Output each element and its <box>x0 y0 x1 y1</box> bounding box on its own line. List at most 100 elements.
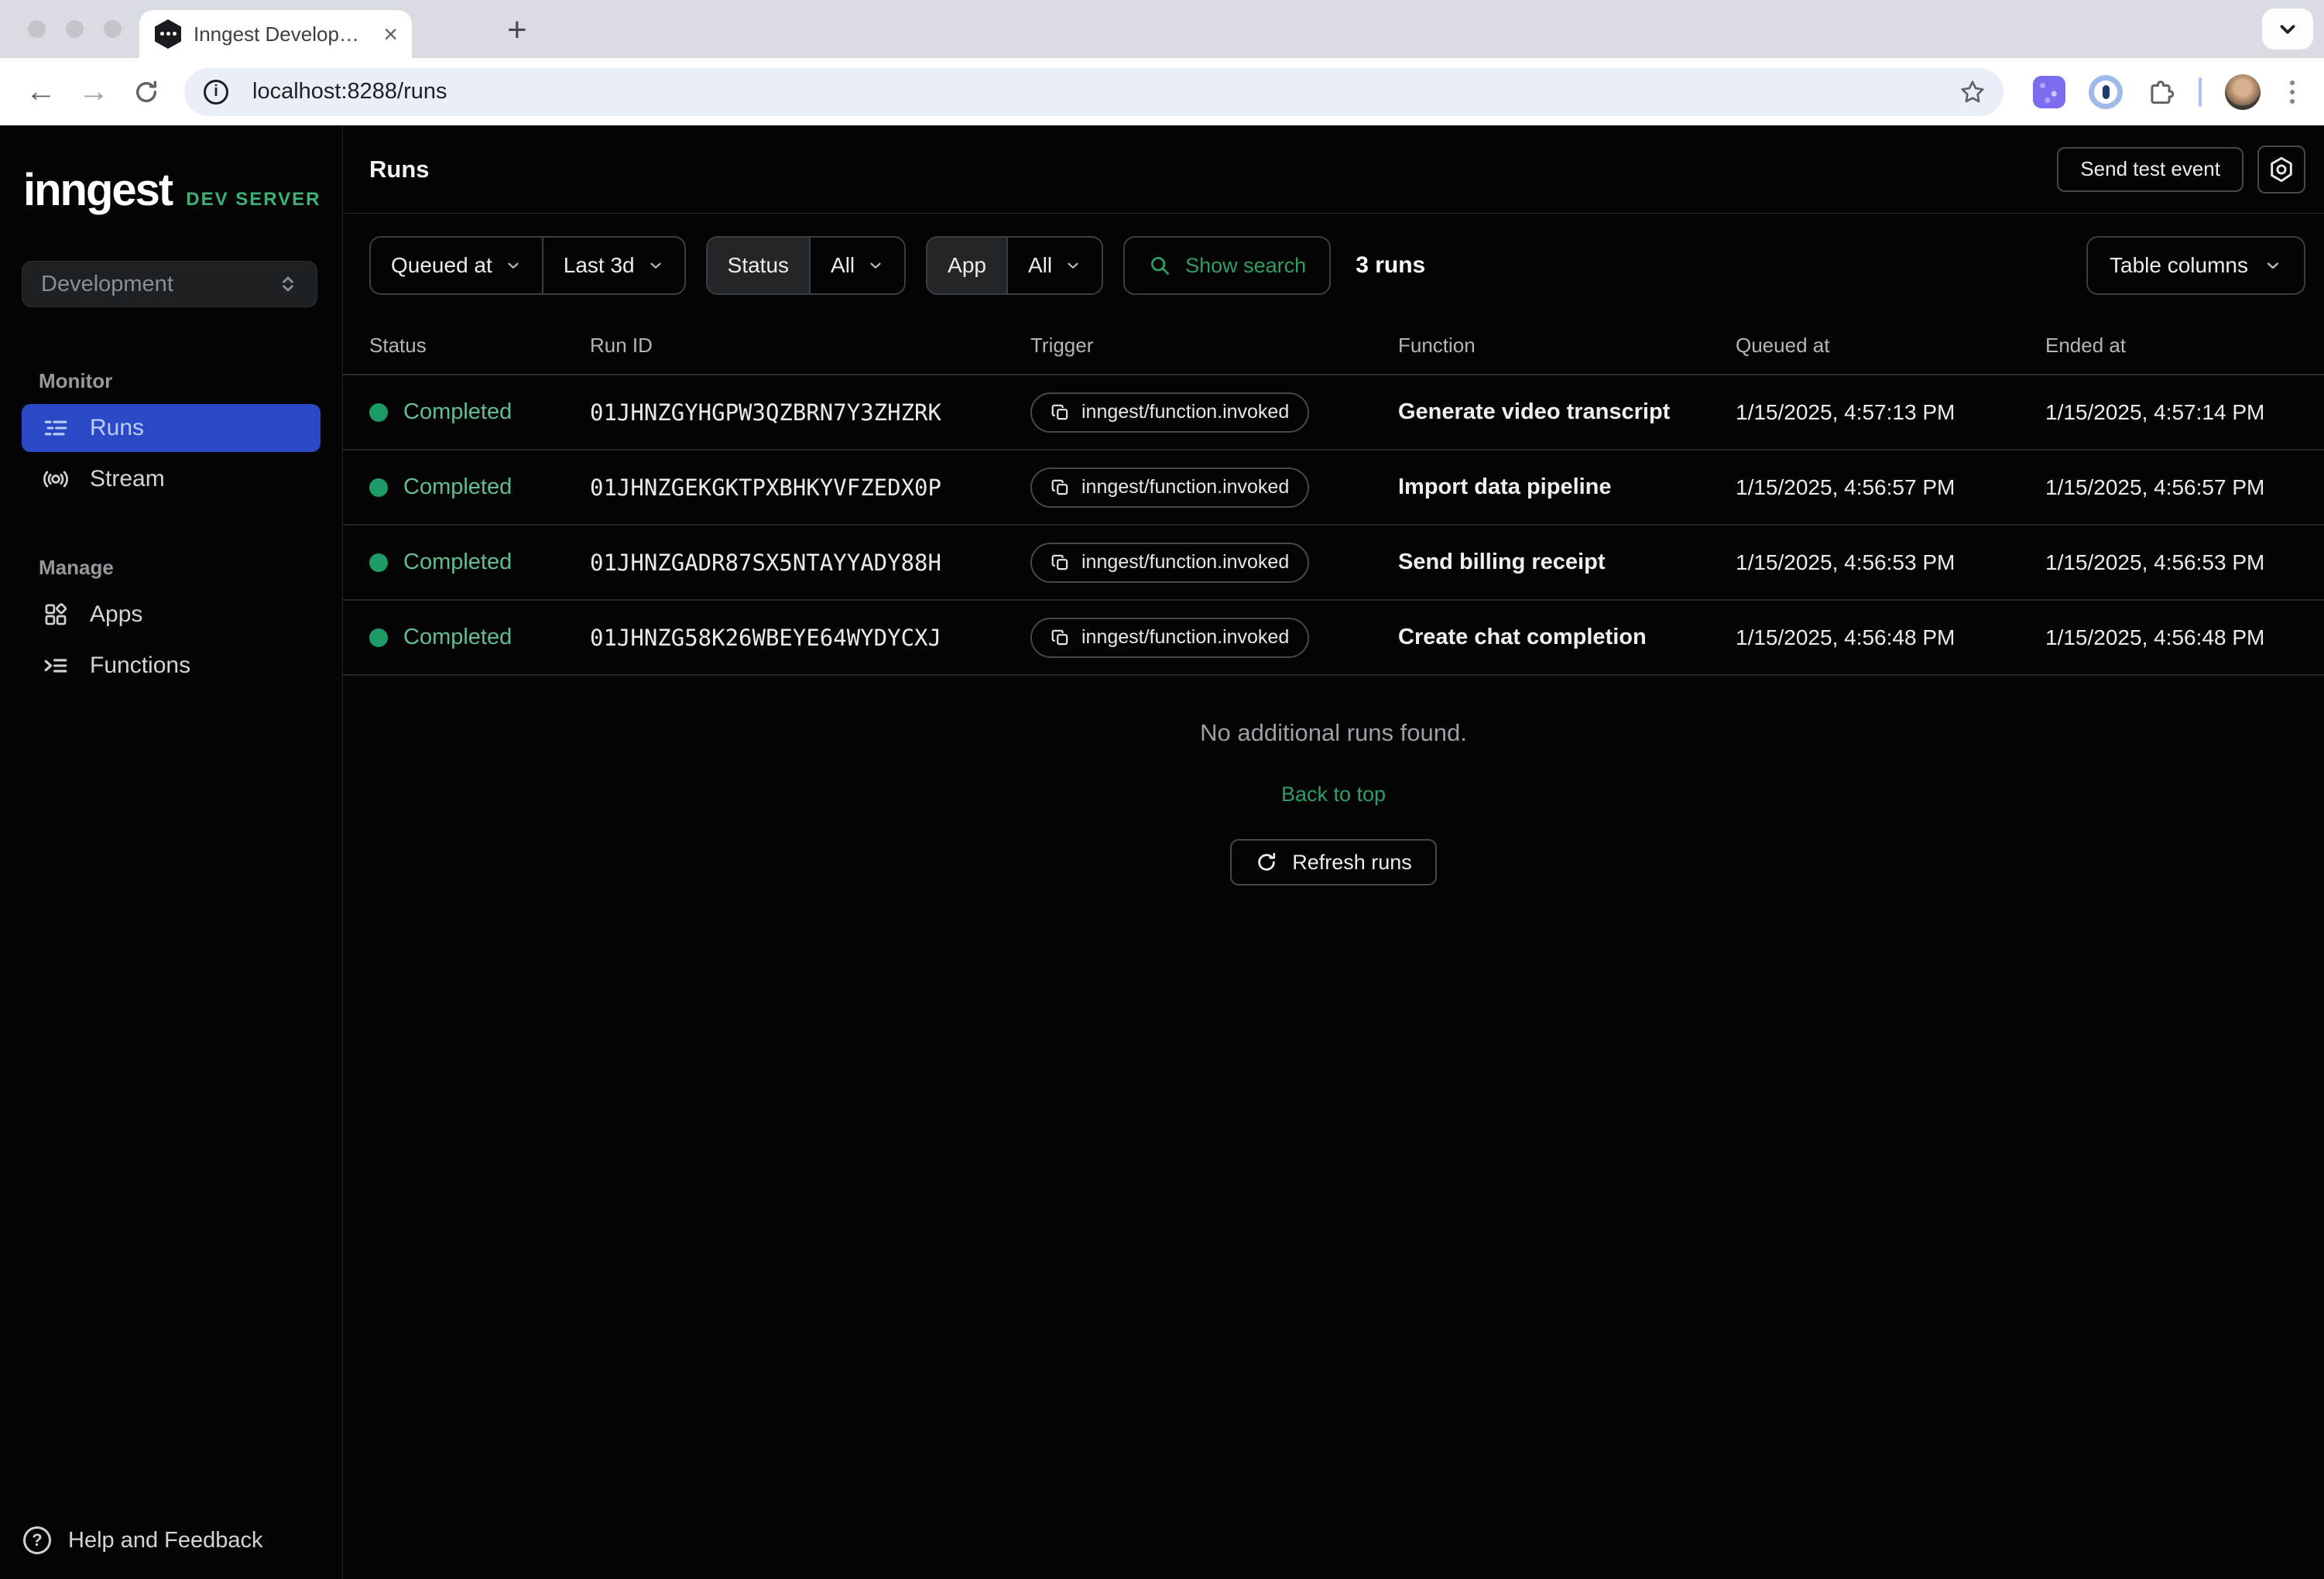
sidebar-item-functions[interactable]: Functions <box>22 642 320 690</box>
no-additional-runs-text: No additional runs found. <box>1200 719 1467 747</box>
table-row[interactable]: Completed 01JHNZG58K26WBEYE64WYDYCXJ inn… <box>343 601 2324 676</box>
status-cell: Completed <box>369 399 590 425</box>
queued-at: 1/15/2025, 4:56:48 PM <box>1736 625 2045 650</box>
back-button[interactable]: ← <box>19 74 63 109</box>
trigger-badge[interactable]: inngest/function.invoked <box>1030 392 1309 433</box>
chevron-down-icon <box>505 257 522 274</box>
stream-icon <box>42 466 70 492</box>
status-cell: Completed <box>369 550 590 575</box>
run-id[interactable]: 01JHNZGYHGPW3QZBRN7Y3ZHZRK <box>590 399 1030 426</box>
environment-select-value: Development <box>41 272 173 297</box>
window-minimize-button[interactable] <box>66 20 84 38</box>
trigger-badge[interactable]: inngest/function.invoked <box>1030 468 1309 508</box>
refresh-runs-button[interactable]: Refresh runs <box>1230 839 1437 885</box>
column-header-ended-at: Ended at <box>2045 334 2324 358</box>
table-columns-button[interactable]: Table columns <box>2086 236 2305 295</box>
copy-icon <box>1051 478 1071 498</box>
browser-tab[interactable]: Inngest Development Server × <box>139 10 412 58</box>
window-close-button[interactable] <box>28 20 46 38</box>
browser-toolbar: ← → i localhost:8288/runs <box>0 58 2324 125</box>
status-filter-value: All <box>831 253 855 278</box>
run-id[interactable]: 01JHNZGADR87SX5NTAYYADY88H <box>590 550 1030 576</box>
app-content: inngest DEV SERVER Development Monitor R… <box>0 125 2324 1579</box>
table-footer: No additional runs found. Back to top Re… <box>343 719 2324 885</box>
toolbar-divider <box>2199 77 2202 107</box>
time-range-dropdown[interactable]: Last 3d <box>542 238 684 293</box>
table-body: Completed 01JHNZGYHGPW3QZBRN7Y3ZHZRK inn… <box>343 375 2324 676</box>
show-search-button[interactable]: Show search <box>1123 236 1331 295</box>
function-name[interactable]: Send billing receipt <box>1398 550 1736 575</box>
chevron-down-icon <box>2276 18 2299 41</box>
window-zoom-button[interactable] <box>104 20 122 38</box>
ended-at: 1/15/2025, 4:56:48 PM <box>2045 625 2324 650</box>
dev-server-badge: DEV SERVER <box>186 189 320 211</box>
status-label: Completed <box>403 474 512 500</box>
settings-button[interactable] <box>2257 146 2305 194</box>
extension-purple-icon[interactable] <box>2033 76 2065 108</box>
forward-button[interactable]: → <box>71 74 116 109</box>
window-controls[interactable] <box>28 20 122 38</box>
logo: inngest DEV SERVER <box>23 164 342 216</box>
time-range-value: Last 3d <box>564 253 635 278</box>
runs-table: Status Run ID Trigger Function Queued at… <box>343 317 2324 676</box>
trigger-badge[interactable]: inngest/function.invoked <box>1030 543 1309 583</box>
tab-close-icon[interactable]: × <box>383 22 398 46</box>
bookmark-star-icon[interactable] <box>1959 78 1986 106</box>
sidebar-item-runs[interactable]: Runs <box>22 404 320 452</box>
status-label: Completed <box>403 550 512 575</box>
browser-window: Inngest Development Server × + ← → i loc… <box>0 0 2324 1579</box>
trigger-badge[interactable]: inngest/function.invoked <box>1030 618 1309 658</box>
trigger-name: inngest/function.invoked <box>1081 626 1289 649</box>
site-info-button[interactable]: i <box>194 74 238 111</box>
back-to-top-link[interactable]: Back to top <box>1281 783 1386 807</box>
runs-icon <box>42 415 70 441</box>
help-and-feedback-link[interactable]: ? Help and Feedback <box>0 1526 342 1579</box>
extensions-puzzle-icon[interactable] <box>2146 77 2175 107</box>
password-manager-icon[interactable] <box>2089 75 2123 109</box>
copy-icon <box>1051 628 1071 648</box>
queued-at: 1/15/2025, 4:56:57 PM <box>1736 475 2045 500</box>
sidebar-item-stream[interactable]: Stream <box>22 455 320 503</box>
queued-at: 1/15/2025, 4:57:13 PM <box>1736 400 2045 425</box>
section-label-monitor: Monitor <box>39 369 342 393</box>
copy-icon <box>1051 402 1071 423</box>
status-dot-icon <box>369 478 388 497</box>
chevron-down-icon <box>647 257 664 274</box>
function-name[interactable]: Create chat completion <box>1398 625 1736 650</box>
table-columns-label: Table columns <box>2110 253 2248 278</box>
table-row[interactable]: Completed 01JHNZGADR87SX5NTAYYADY88H inn… <box>343 526 2324 601</box>
table-row[interactable]: Completed 01JHNZGYHGPW3QZBRN7Y3ZHZRK inn… <box>343 375 2324 450</box>
run-id[interactable]: 01JHNZGEKGKTPXBHKYVFZEDX0P <box>590 474 1030 501</box>
inngest-favicon-icon <box>155 19 181 49</box>
table-header-row: Status Run ID Trigger Function Queued at… <box>343 317 2324 375</box>
reload-button[interactable] <box>124 79 169 105</box>
url-text[interactable]: localhost:8288/runs <box>252 79 1959 104</box>
column-header-trigger: Trigger <box>1030 334 1398 358</box>
send-test-event-button[interactable]: Send test event <box>2057 147 2243 192</box>
url-bar[interactable]: i localhost:8288/runs <box>184 68 2004 116</box>
reload-icon <box>133 79 159 105</box>
chevron-down-icon <box>1064 257 1081 274</box>
tab-search-button[interactable] <box>2262 9 2313 50</box>
function-name[interactable]: Import data pipeline <box>1398 474 1736 500</box>
chevron-down-icon <box>867 257 884 274</box>
browser-menu-button[interactable] <box>2284 80 2301 104</box>
sidebar-item-apps[interactable]: Apps <box>22 591 320 639</box>
environment-select[interactable]: Development <box>22 261 317 307</box>
inngest-logo-text: inngest <box>23 164 172 216</box>
ended-at: 1/15/2025, 4:56:53 PM <box>2045 550 2324 575</box>
gear-icon <box>2267 156 2295 183</box>
main-header: Runs Send test event <box>343 125 2324 214</box>
runs-count: 3 runs <box>1356 252 1425 279</box>
run-id[interactable]: 01JHNZG58K26WBEYE64WYDYCXJ <box>590 625 1030 651</box>
status-filter-dropdown[interactable]: All <box>809 238 904 293</box>
new-tab-button[interactable]: + <box>507 11 527 50</box>
table-row[interactable]: Completed 01JHNZGEKGKTPXBHKYVFZEDX0P inn… <box>343 450 2324 526</box>
app-filter-dropdown[interactable]: All <box>1006 238 1102 293</box>
status-cell: Completed <box>369 625 590 650</box>
sidebar-item-label: Stream <box>90 466 165 492</box>
function-name[interactable]: Generate video transcript <box>1398 399 1736 425</box>
time-field-dropdown[interactable]: Queued at <box>371 238 542 293</box>
profile-avatar[interactable] <box>2225 74 2261 110</box>
chevron-down-icon <box>2264 256 2282 275</box>
